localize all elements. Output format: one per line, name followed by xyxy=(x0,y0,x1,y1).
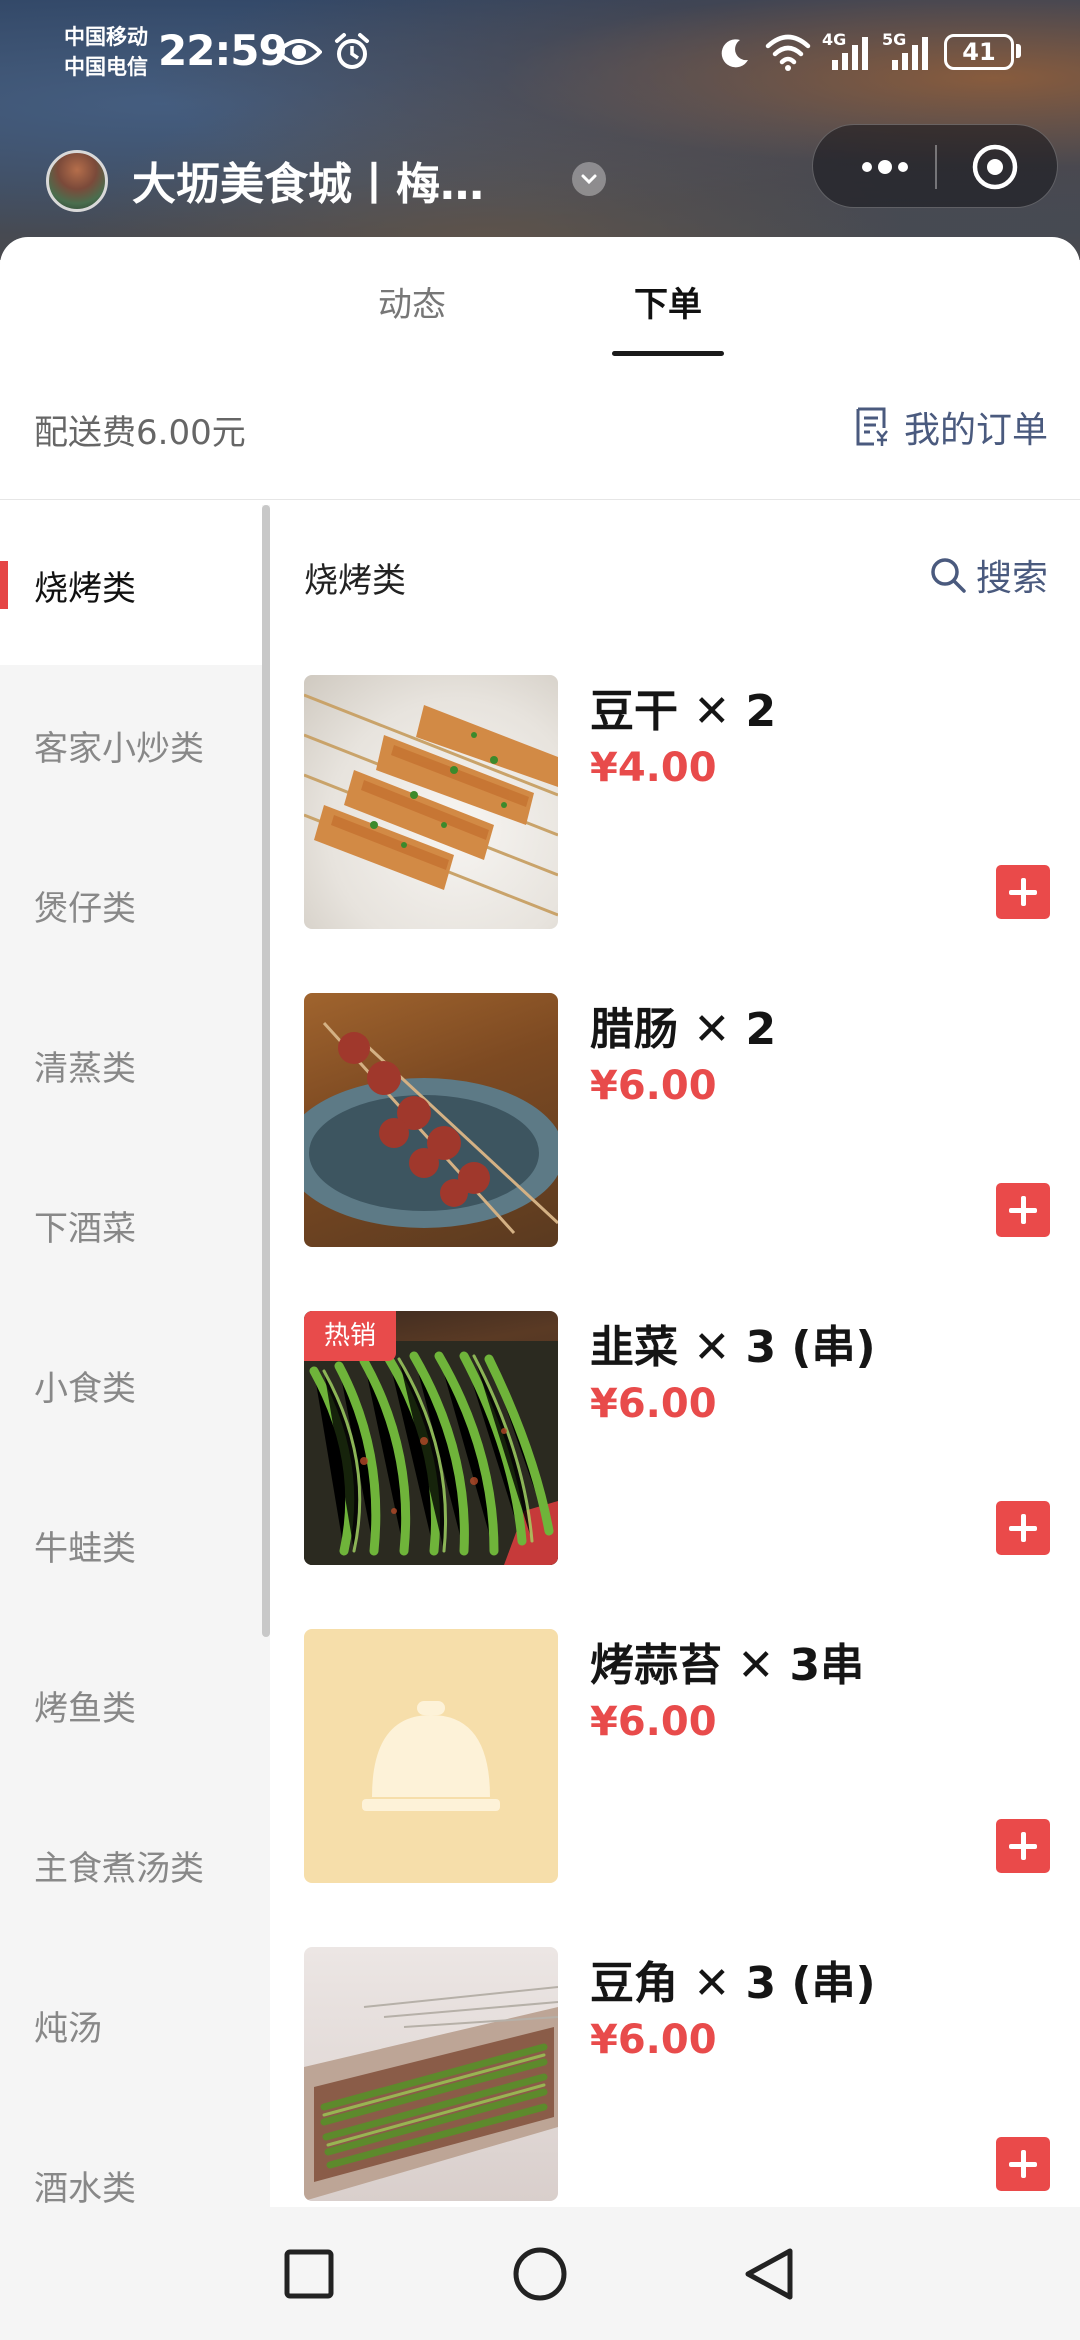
signal-bars-2-icon xyxy=(892,37,928,70)
category-label: 煲仔类 xyxy=(34,888,136,929)
more-dots-icon xyxy=(862,160,908,174)
product-item[interactable]: 热销 韭菜 ✕ 3 (串) ¥6.00 xyxy=(270,1311,1080,1629)
product-item[interactable]: 豆角 ✕ 3 (串) ¥6.00 xyxy=(270,1947,1080,2207)
my-orders-link[interactable]: 我的订单 xyxy=(854,401,1048,453)
category-item[interactable]: 炖汤 xyxy=(0,1945,262,2105)
category-label: 酒水类 xyxy=(34,2168,136,2208)
active-category-indicator xyxy=(0,561,8,609)
recents-button[interactable] xyxy=(240,2207,380,2340)
wifi-icon xyxy=(765,34,811,71)
category-label: 烤鱼类 xyxy=(34,1688,136,1729)
product-item[interactable]: 腊肠 ✕ 2 ¥6.00 xyxy=(270,993,1080,1311)
alarm-icon xyxy=(335,33,369,69)
section-title: 烧烤类 xyxy=(304,561,406,601)
info-row: 配送费6.00元 我的订单 xyxy=(0,357,1080,500)
category-label: 下酒菜 xyxy=(34,1208,136,1249)
category-label: 主食煮汤类 xyxy=(34,1848,204,1889)
category-sidebar: 烧烤类 客家小炒类 煲仔类 清蒸类 下酒菜 小食类 牛蛙类 烤鱼类 主食煮汤类 … xyxy=(0,505,270,2207)
carrier-1: 中国移动 xyxy=(64,25,148,49)
product-name: 烤蒜苔 ✕ 3串 xyxy=(590,1640,865,1691)
placeholder-image xyxy=(304,1629,558,1883)
battery-icon: 41 xyxy=(944,34,1014,70)
search-label: 搜索 xyxy=(975,558,1048,599)
close-miniprogram-button[interactable] xyxy=(945,141,1045,193)
capsule-divider xyxy=(935,145,937,189)
eye-icon xyxy=(276,39,322,65)
category-item[interactable]: 清蒸类 xyxy=(0,985,262,1145)
home-button[interactable] xyxy=(470,2207,610,2340)
category-item[interactable]: 烤鱼类 xyxy=(0,1625,262,1785)
my-orders-label: 我的订单 xyxy=(903,410,1048,451)
add-to-cart-button[interactable] xyxy=(996,1501,1050,1555)
back-button[interactable] xyxy=(700,2207,840,2340)
signal-bars-1-icon xyxy=(832,37,868,70)
store-title[interactable]: 大坜美食城丨梅… xyxy=(132,148,484,212)
category-label: 烧烤类 xyxy=(34,568,136,609)
product-name: 豆干 ✕ 2 xyxy=(590,686,777,737)
add-to-cart-button[interactable] xyxy=(996,2137,1050,2191)
miniprogram-capsule xyxy=(812,124,1058,208)
skewered-tofu-photo xyxy=(304,675,558,929)
store-avatar[interactable] xyxy=(46,150,108,212)
target-circle-icon xyxy=(972,144,1018,190)
sidebar-scrollbar[interactable] xyxy=(262,505,270,1637)
product-price: ¥6.00 xyxy=(590,1699,717,1745)
add-to-cart-button[interactable] xyxy=(996,1183,1050,1237)
product-price: ¥6.00 xyxy=(590,2017,717,2063)
tab-bar: 动态 下单 xyxy=(0,237,1080,357)
category-item[interactable]: 小食类 xyxy=(0,1305,262,1465)
carrier-2: 中国电信 xyxy=(64,55,148,79)
product-name: 豆角 ✕ 3 (串) xyxy=(590,1958,876,2009)
more-options-button[interactable] xyxy=(833,141,929,193)
clock: 22:59 xyxy=(158,26,288,75)
home-circle-icon xyxy=(513,2247,567,2301)
category-label: 炖汤 xyxy=(34,2008,102,2049)
product-price: ¥6.00 xyxy=(590,1381,717,1427)
chive-skewer-photo: 热销 xyxy=(304,1311,558,1565)
product-price: ¥4.00 xyxy=(590,745,717,791)
product-name: 腊肠 ✕ 2 xyxy=(590,1004,777,1055)
category-item[interactable]: 主食煮汤类 xyxy=(0,1785,262,1945)
add-to-cart-button[interactable] xyxy=(996,1819,1050,1873)
search-button[interactable]: 搜索 xyxy=(928,549,1048,601)
category-item[interactable]: 煲仔类 xyxy=(0,825,262,985)
store-switch-chevron[interactable] xyxy=(572,162,606,196)
system-navigation-bar xyxy=(0,2207,1080,2340)
search-icon xyxy=(931,558,966,593)
battery-level: 41 xyxy=(962,38,996,66)
product-item[interactable]: 烤蒜苔 ✕ 3串 ¥6.00 xyxy=(270,1629,1080,1947)
category-label: 牛蛙类 xyxy=(34,1528,136,1569)
bean-skewer-photo xyxy=(304,1947,558,2201)
product-list: 烧烤类 搜索 豆干 ✕ 2 ¥4.00 腊肠 ✕ 2 ¥6.00 热销 韭菜 ✕… xyxy=(270,505,1080,2207)
sausage-skewer-photo xyxy=(304,993,558,1247)
category-item[interactable]: 酒水类 xyxy=(0,2105,262,2208)
back-triangle-icon xyxy=(745,2248,793,2300)
cloche-icon xyxy=(362,1701,500,1811)
tab-order[interactable]: 下单 xyxy=(634,277,702,326)
category-item[interactable]: 客家小炒类 xyxy=(0,665,262,825)
status-bar: 中国移动 中国电信 22:59 4G 5G 41 xyxy=(0,0,1080,110)
chevron-down-icon xyxy=(581,174,597,185)
category-item-bbq[interactable]: 烧烤类 xyxy=(0,505,262,665)
carrier-names: 中国移动 中国电信 xyxy=(64,22,148,82)
recents-square-icon xyxy=(284,2249,334,2299)
list-header: 烧烤类 搜索 xyxy=(270,505,1080,645)
battery-tip xyxy=(1016,44,1021,58)
category-item[interactable]: 牛蛙类 xyxy=(0,1465,262,1625)
order-receipt-icon xyxy=(856,407,888,446)
category-label: 客家小炒类 xyxy=(34,728,204,769)
add-to-cart-button[interactable] xyxy=(996,865,1050,919)
product-item[interactable]: 豆干 ✕ 2 ¥4.00 xyxy=(270,675,1080,993)
tab-feed[interactable]: 动态 xyxy=(378,277,446,326)
category-item[interactable]: 下酒菜 xyxy=(0,1145,262,1305)
product-price: ¥6.00 xyxy=(590,1063,717,1109)
category-label: 小食类 xyxy=(34,1368,136,1409)
product-name: 韭菜 ✕ 3 (串) xyxy=(590,1322,876,1373)
do-not-disturb-moon-icon xyxy=(721,39,748,68)
delivery-fee: 配送费6.00元 xyxy=(34,413,246,453)
hot-sale-badge: 热销 xyxy=(304,1311,396,1361)
category-label: 清蒸类 xyxy=(34,1048,136,1089)
active-tab-indicator xyxy=(612,351,724,356)
